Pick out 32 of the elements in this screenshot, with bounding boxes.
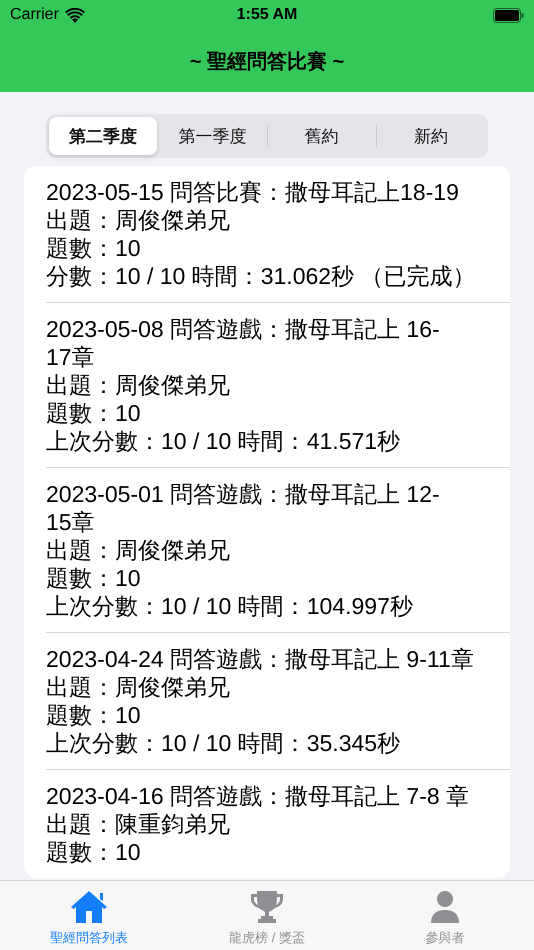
tab-bar-item[interactable]: 聖經問答列表 (0, 881, 178, 950)
person-icon (428, 889, 462, 925)
battery-icon (493, 8, 524, 22)
quiz-host: 出題：周俊傑弟兄 (46, 371, 231, 399)
question-count: 題數：10 (46, 234, 142, 262)
quiz-title[interactable]: 2023-05-01 問答遊戲：撒母耳記上 12-15章 (46, 480, 481, 536)
question-count: 題數：10 (46, 564, 142, 592)
score-time: 上次分數：10 / 10 時間：35.345秒 (46, 729, 402, 757)
nav-title: ~ 聖經問答比賽 ~ (190, 50, 344, 74)
quiz-host: 出題：周俊傑弟兄 (46, 536, 231, 564)
quiz-title[interactable]: 2023-04-16 問答遊戲：撒母耳記上 7-8 章 (46, 782, 481, 810)
score-time: 上次分數：10 / 10 時間：41.571秒 (46, 427, 402, 455)
segment-tab[interactable]: 第一季度 (158, 117, 266, 155)
quiz-host: 出題：周俊傑弟兄 (46, 206, 231, 234)
home-icon (69, 889, 109, 925)
quiz-host: 出題：周俊傑弟兄 (46, 673, 231, 701)
question-count: 題數：10 (46, 701, 142, 729)
trophy-icon (250, 889, 284, 925)
segment-tab[interactable]: 第二季度 (49, 117, 158, 155)
score-time: 分數：10 / 10 時間：31.062秒 （已完成） (46, 262, 476, 290)
carrier-label: Carrier (10, 6, 59, 24)
segment-tab[interactable]: 新約 (376, 117, 485, 155)
segment-tab[interactable]: 舊約 (268, 117, 376, 155)
quiz-title[interactable]: 2023-05-08 問答遊戲：撒母耳記上 16-17章 (46, 315, 481, 371)
question-count: 題數：10 (46, 838, 142, 866)
score-time: 上次分數：10 / 10 時間：104.997秒 (46, 592, 414, 620)
quiz-title[interactable]: 2023-04-24 問答遊戲：撒母耳記上 9-11章 (46, 645, 481, 673)
quiz-host: 出題：陳重鈞弟兄 (46, 810, 231, 838)
quiz-title[interactable]: 2023-05-15 問答比賽：撒母耳記上18-19 (46, 178, 481, 206)
question-count: 題數：10 (46, 399, 142, 427)
wifi-icon (64, 8, 85, 22)
status-time: 1:55 AM (236, 6, 298, 23)
